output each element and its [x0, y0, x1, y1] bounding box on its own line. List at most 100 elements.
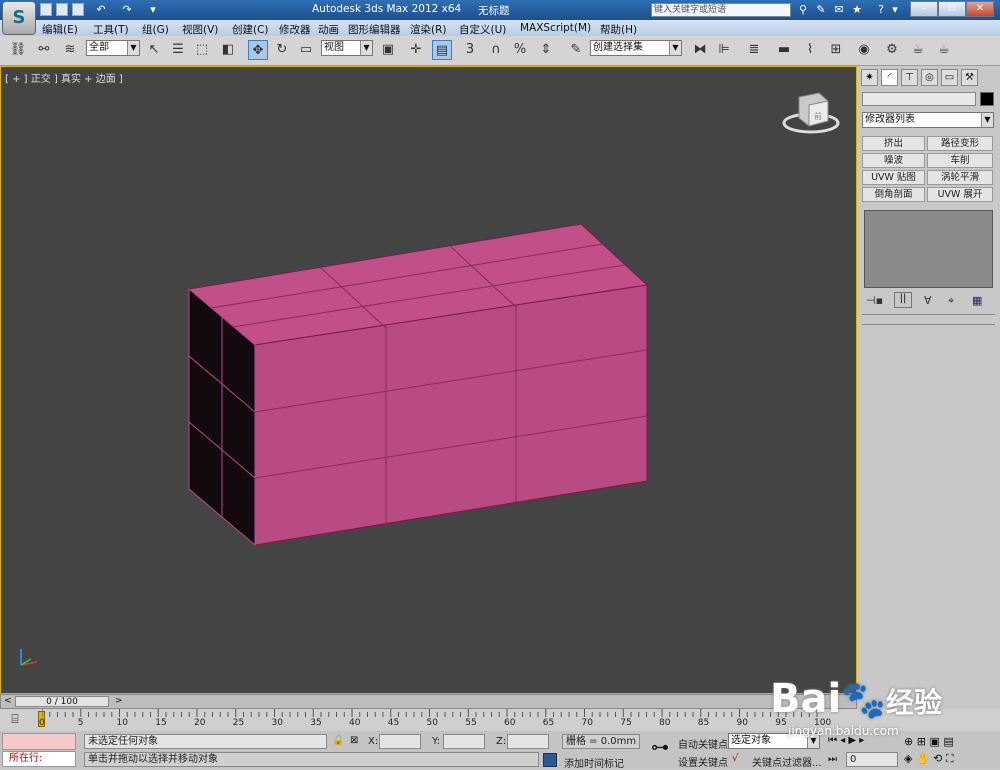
time-config-icon[interactable]: ⏭ [828, 754, 837, 765]
turbosmooth-button[interactable]: 涡轮平滑 [927, 170, 993, 185]
menu-rendering[interactable]: 渲染(R) [410, 22, 447, 37]
hierarchy-tab-icon[interactable]: ⊤ [901, 69, 918, 86]
app-logo-icon[interactable]: S [2, 1, 36, 35]
noise-button[interactable]: 噪波 [862, 153, 925, 168]
menu-create[interactable]: 创建(C) [232, 22, 269, 37]
zoom-extents-all-icon[interactable]: ▤ [943, 735, 953, 748]
menu-help[interactable]: 帮助(H) [600, 22, 637, 37]
spinner-snap-icon[interactable]: ⇕ [536, 40, 556, 60]
time-tag-icon[interactable] [543, 753, 557, 767]
snaps-toggle-icon[interactable]: 3 [460, 40, 480, 60]
perspective-viewport[interactable]: [ + ] 正交 ] 真实 + 边面 ] 前 [0, 66, 857, 694]
communication-icon[interactable]: ✉ [832, 3, 846, 17]
named-selection-dropdown[interactable]: 创建选择集 ▼ [590, 40, 682, 56]
maximize-viewport-icon[interactable]: ⛶ [946, 752, 954, 765]
window-crossing-icon[interactable]: ◧ [218, 40, 238, 60]
object-color-swatch[interactable] [980, 92, 994, 106]
unwrap-uvw-button[interactable]: UVW 展开 [927, 187, 993, 202]
material-editor-icon[interactable]: ◉ [854, 40, 874, 60]
rendered-frame-icon[interactable]: ☕ [908, 40, 928, 60]
make-unique-icon[interactable]: ∀ [924, 294, 932, 307]
object-name-field[interactable] [862, 92, 976, 106]
remove-modifier-icon[interactable]: ⌖ [948, 294, 954, 308]
add-time-tag-button[interactable]: 添加时间标记 [564, 755, 624, 770]
open-file-icon[interactable] [56, 3, 68, 16]
bind-space-warp-icon[interactable]: ≋ [60, 40, 80, 60]
pink-box-object[interactable] [187, 223, 649, 547]
display-tab-icon[interactable]: ▭ [941, 69, 958, 86]
time-slider-thumb[interactable]: 0 / 100 [15, 696, 109, 707]
select-and-move-icon[interactable]: ✥ [248, 40, 268, 60]
pan-icon[interactable]: ✋ [916, 752, 930, 765]
subscription-icon[interactable]: ✎ [814, 3, 828, 17]
slider-prev-icon[interactable]: < [4, 696, 12, 706]
select-object-icon[interactable]: ↖ [144, 40, 164, 60]
key-filter-icon[interactable]: √ [732, 753, 738, 764]
angle-snap-icon[interactable]: ∩ [486, 40, 506, 60]
new-file-icon[interactable] [40, 3, 52, 16]
menu-graph-editors[interactable]: 图形编辑器 [348, 22, 401, 37]
extrude-button[interactable]: 挤出 [862, 136, 925, 151]
zoom-all-icon[interactable]: ⊞ [917, 735, 926, 748]
viewport-canvas[interactable]: 前 [1, 67, 856, 693]
lathe-button[interactable]: 车削 [927, 153, 993, 168]
menu-edit[interactable]: 编辑(E) [42, 22, 78, 37]
modifier-stack-list[interactable] [864, 210, 993, 288]
search-input[interactable]: 键入关键字或短语 [651, 3, 791, 17]
modifier-list-dropdown[interactable]: 修改器列表 ▼ [862, 112, 994, 128]
unlink-icon[interactable]: ⚯ [34, 40, 54, 60]
schematic-view-icon[interactable]: ⊞ [826, 40, 846, 60]
percent-snap-icon[interactable]: % [510, 40, 530, 60]
lock-selection-icon[interactable]: 🔒 [332, 735, 344, 746]
help-dropdown-icon[interactable]: ▾ [888, 3, 902, 17]
save-file-icon[interactable] [72, 3, 84, 16]
modify-tab-icon[interactable]: ◜ [881, 69, 898, 86]
redo-icon[interactable]: ↷ [120, 3, 134, 17]
y-coordinate-field[interactable] [443, 734, 485, 749]
reference-coordinate-dropdown[interactable]: 视图 ▼ [321, 40, 373, 56]
graphite-ribbon-icon[interactable]: ▬ [774, 40, 794, 60]
create-tab-icon[interactable]: ✷ [861, 69, 878, 86]
motion-tab-icon[interactable]: ◎ [921, 69, 938, 86]
keyboard-shortcut-override-icon[interactable]: ▤ [432, 40, 452, 60]
pin-stack-icon[interactable]: ⊣▪ [866, 294, 883, 307]
orbit-icon[interactable]: ⟲ [933, 752, 942, 765]
select-and-scale-icon[interactable]: ▭ [296, 40, 316, 60]
quick-access-dropdown-icon[interactable]: ▾ [146, 3, 160, 17]
help-icon[interactable]: ? [874, 3, 888, 17]
bevel-profile-button[interactable]: 倒角剖面 [862, 187, 925, 202]
uvw-map-button[interactable]: UVW 贴图 [862, 170, 925, 185]
mirror-icon[interactable]: ⧓ [690, 40, 710, 60]
x-coordinate-field[interactable] [379, 734, 421, 749]
render-setup-icon[interactable]: ⚙ [882, 40, 902, 60]
utilities-tab-icon[interactable]: ⚒ [961, 69, 978, 86]
z-coordinate-field[interactable] [507, 734, 549, 749]
layer-manager-icon[interactable]: ≣ [744, 40, 764, 60]
zoom-icon[interactable]: ⊕ [904, 735, 913, 748]
zoom-extents-icon[interactable]: ▣ [929, 735, 939, 748]
minimize-button[interactable]: – [910, 1, 938, 17]
show-end-result-icon[interactable]: || [894, 292, 912, 308]
favorites-icon[interactable]: ★ [850, 3, 864, 17]
select-and-rotate-icon[interactable]: ↻ [272, 40, 292, 60]
field-of-view-icon[interactable]: ◈ [904, 752, 912, 765]
auto-key-button[interactable]: 自动关键点 [678, 736, 728, 751]
align-icon[interactable]: ⊫ [714, 40, 734, 60]
curve-editor-icon[interactable]: ⌇ [800, 40, 820, 60]
rectangular-selection-icon[interactable]: ⬚ [192, 40, 212, 60]
absolute-mode-icon[interactable]: ⊠ [350, 735, 358, 746]
menu-group[interactable]: 组(G) [142, 22, 169, 37]
slider-next-icon[interactable]: > [115, 696, 123, 706]
select-and-manipulate-icon[interactable]: ✛ [406, 40, 426, 60]
viewcube-icon[interactable]: 前 [782, 92, 840, 134]
menu-animation[interactable]: 动画 [318, 22, 339, 37]
menu-tools[interactable]: 工具(T) [93, 22, 129, 37]
key-filters-button[interactable]: 关键点过滤器... [752, 754, 822, 769]
current-frame-field[interactable]: 0 [846, 752, 898, 767]
select-by-name-icon[interactable]: ☰ [168, 40, 188, 60]
menu-views[interactable]: 视图(V) [182, 22, 218, 37]
time-slider[interactable]: < 0 / 100 > [0, 694, 857, 709]
running-label[interactable]: 所在行: [2, 751, 76, 767]
restore-button[interactable]: ▭ [938, 1, 966, 17]
render-production-icon[interactable]: ☕ [934, 40, 954, 60]
